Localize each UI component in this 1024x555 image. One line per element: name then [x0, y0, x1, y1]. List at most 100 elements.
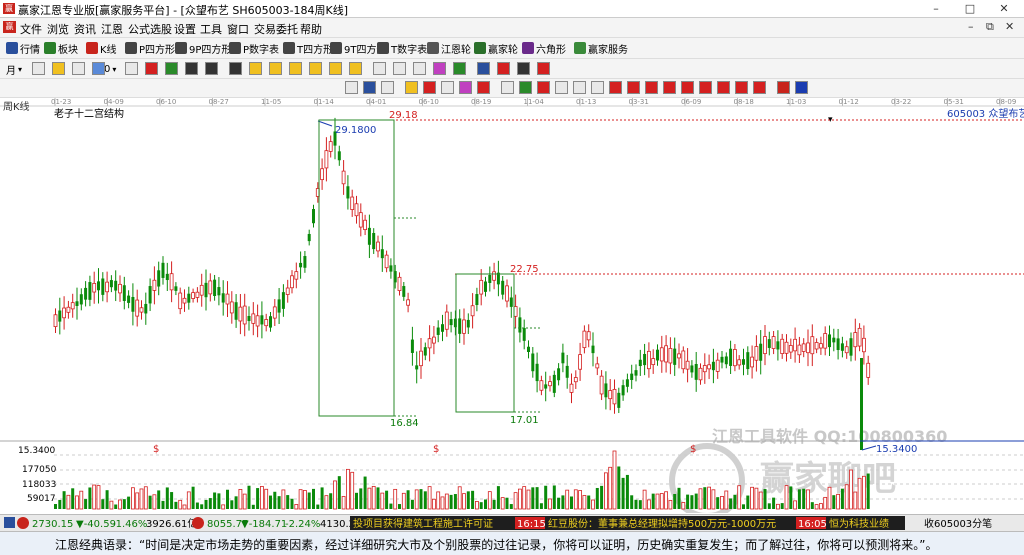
draw-tool-16-icon[interactable]	[349, 62, 362, 75]
indicator-tool-11-icon[interactable]	[537, 81, 550, 94]
indicator-tool-10-icon[interactable]	[519, 81, 532, 94]
draw-tool-24-icon[interactable]	[517, 62, 530, 75]
toolbar-grid-button[interactable]: 行情	[6, 41, 40, 56]
grid-icon[interactable]	[4, 517, 15, 528]
menu-trade[interactable]: 交易委托	[254, 21, 298, 37]
draw-tool-8-icon[interactable]	[185, 62, 198, 75]
candle-up	[659, 347, 664, 362]
volume-bar	[298, 489, 303, 510]
toolbar-kline-button[interactable]: K线	[86, 41, 117, 56]
minimize-button[interactable]: –	[924, 1, 948, 16]
maximize-button[interactable]: □	[958, 1, 982, 16]
menu-gann[interactable]: 江恩	[101, 21, 123, 37]
toolbar-9p-square-button[interactable]: 9P四方形	[175, 41, 231, 56]
close-button[interactable]: ✕	[992, 1, 1016, 16]
toolbar-winner-wheel-button[interactable]: 赢家轮	[474, 41, 518, 56]
mdi-restore-button[interactable]: ⧉	[986, 20, 994, 34]
draw-tool-3-icon[interactable]	[72, 62, 85, 75]
indicator-tool-17-icon[interactable]	[645, 81, 658, 94]
toolbar-t-table-button[interactable]: T数字表	[377, 41, 427, 56]
indicator-tool-2-icon[interactable]	[363, 81, 376, 94]
toolbar-t-square-button[interactable]: T四方形	[283, 41, 333, 56]
draw-tool-22-icon[interactable]	[477, 62, 490, 75]
indicator-tool-22-icon[interactable]	[735, 81, 748, 94]
period-select[interactable]: 月 ▾	[6, 62, 22, 77]
draw-tool-15-icon[interactable]	[329, 62, 342, 75]
indicator-tool-21-icon[interactable]	[717, 81, 730, 94]
candle-up	[505, 285, 509, 302]
menu-window[interactable]: 窗口	[227, 21, 249, 37]
draw-tool-1-icon[interactable]	[32, 62, 45, 75]
sh-index-icon[interactable]	[17, 517, 29, 529]
draw-tool-9-icon[interactable]	[205, 62, 218, 75]
indicator-tool-6-icon[interactable]	[441, 81, 454, 94]
volume-bar	[363, 476, 367, 509]
draw-tool-6-icon[interactable]	[145, 62, 158, 75]
news-item[interactable]: 红豆股份：董事兼总经理拟增持500万元-1000万元	[548, 517, 776, 530]
toolbar-p-table-button[interactable]: P数字表	[229, 41, 279, 56]
draw-tool-14-icon[interactable]	[309, 62, 322, 75]
indicator-tool-14-icon[interactable]	[591, 81, 604, 94]
kline-chart[interactable]: 01-23 04-09 06-10 08-27 11-05 01-14 04-01 06-10…	[0, 98, 1024, 519]
draw-tool-4-icon[interactable]	[92, 62, 105, 75]
draw-tool-7-icon[interactable]	[165, 62, 178, 75]
menu-formula[interactable]: 公式选股	[128, 21, 172, 37]
page-select[interactable]: 0 ▾	[104, 62, 116, 76]
mdi-minimize-button[interactable]: –	[968, 20, 974, 33]
indicator-tool-9-icon[interactable]	[501, 81, 514, 94]
toolbar-blocks-button[interactable]: 板块	[44, 41, 78, 56]
indicator-tool-5-icon[interactable]	[423, 81, 436, 94]
candle-down	[484, 281, 487, 292]
indicator-tool-8-icon[interactable]	[477, 81, 490, 94]
volume-bar	[797, 489, 801, 509]
candle-down	[591, 345, 595, 354]
last-low-label: 15.3400	[876, 444, 917, 455]
draw-tool-11-icon[interactable]	[249, 62, 262, 75]
mdi-close-button[interactable]: ✕	[1005, 20, 1014, 33]
draw-tool-21-icon[interactable]	[453, 62, 466, 75]
draw-tool-20-icon[interactable]	[433, 62, 446, 75]
indicator-tool-25-icon[interactable]	[795, 81, 808, 94]
draw-tool-19-icon[interactable]	[413, 62, 426, 75]
indicator-tool-18-icon[interactable]	[663, 81, 676, 94]
volume-bar	[79, 490, 84, 510]
indicator-tool-16-icon[interactable]	[627, 81, 640, 94]
indicator-tool-1-icon[interactable]	[345, 81, 358, 94]
sz-index-icon[interactable]	[192, 517, 204, 529]
indicator-tool-15-icon[interactable]	[609, 81, 622, 94]
toolbar-dollar-button[interactable]: 赢家服务	[574, 41, 628, 56]
indicator-tool-19-icon[interactable]	[681, 81, 694, 94]
draw-tool-23-icon[interactable]	[497, 62, 510, 75]
indicator-tool-20-icon[interactable]	[699, 81, 712, 94]
volume-bar	[806, 489, 810, 510]
draw-tool-5-icon[interactable]	[125, 62, 138, 75]
candle-down	[458, 318, 462, 334]
draw-tool-17-icon[interactable]	[373, 62, 386, 75]
toolbar-gann-wheel-button[interactable]: 江恩轮	[427, 41, 471, 56]
menu-file[interactable]: 文件	[20, 21, 42, 37]
draw-tool-13-icon[interactable]	[289, 62, 302, 75]
draw-tool-2-icon[interactable]	[52, 62, 65, 75]
candle-up	[599, 375, 604, 395]
toolbar-hexagon-button[interactable]: 六角形	[522, 41, 566, 56]
menu-info[interactable]: 资讯	[74, 21, 96, 37]
indicator-tool-4-icon[interactable]	[405, 81, 418, 94]
indicator-tool-3-icon[interactable]	[381, 81, 394, 94]
indicator-tool-7-icon[interactable]	[459, 81, 472, 94]
indicator-tool-12-icon[interactable]	[555, 81, 568, 94]
kline-chart-svg[interactable]: 01-23 04-09 06-10 08-27 11-05 01-14 04-01 06-10…	[0, 98, 1024, 519]
menu-help[interactable]: 帮助	[300, 21, 322, 37]
indicator-tool-23-icon[interactable]	[753, 81, 766, 94]
menu-settings[interactable]: 设置	[174, 21, 196, 37]
toolbar-p-square-button[interactable]: P四方形	[125, 41, 175, 56]
draw-tool-25-icon[interactable]	[537, 62, 550, 75]
draw-tool-12-icon[interactable]	[269, 62, 282, 75]
menu-tools[interactable]: 工具	[200, 21, 222, 37]
draw-tool-18-icon[interactable]	[393, 62, 406, 75]
indicator-tool-24-icon[interactable]	[777, 81, 790, 94]
volume-bar	[273, 491, 277, 509]
draw-tool-10-icon[interactable]	[229, 62, 242, 75]
menu-browse[interactable]: 浏览	[47, 21, 69, 37]
news-item[interactable]: 恒为科技业绩	[829, 517, 889, 530]
indicator-tool-13-icon[interactable]	[573, 81, 586, 94]
